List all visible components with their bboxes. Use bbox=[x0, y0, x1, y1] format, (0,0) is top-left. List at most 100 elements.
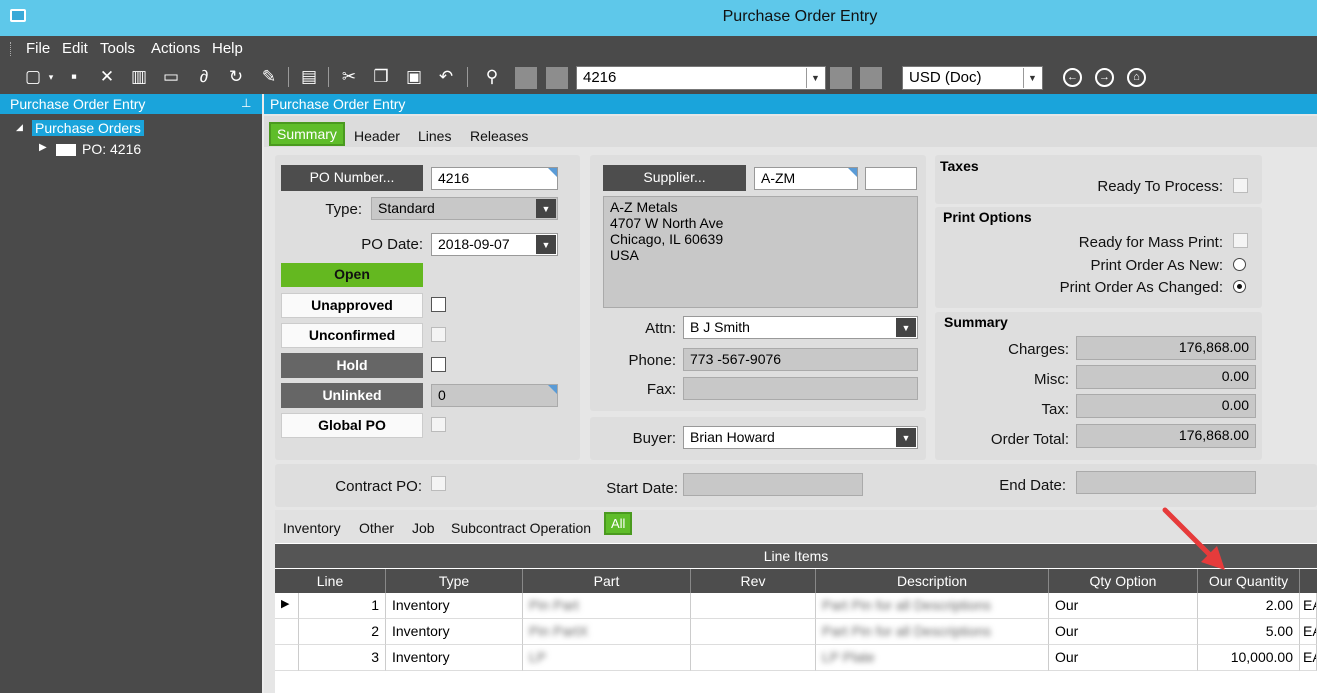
back-icon[interactable]: ← bbox=[1063, 68, 1082, 87]
calendar-dropdown-icon[interactable]: ▼ bbox=[536, 235, 556, 254]
col-uom[interactable] bbox=[1300, 569, 1317, 593]
cell-line[interactable]: 2 bbox=[299, 619, 386, 645]
cell-qty-option[interactable]: Our bbox=[1049, 593, 1198, 619]
type-select[interactable]: Standard ▼ bbox=[371, 197, 558, 220]
chevron-down-icon[interactable]: ▼ bbox=[896, 318, 916, 337]
cell-type[interactable]: Inventory bbox=[386, 619, 523, 645]
refresh-icon[interactable]: ↻ bbox=[225, 66, 247, 88]
col-type[interactable]: Type bbox=[386, 569, 523, 593]
currency-selector[interactable]: USD (Doc) ▼ bbox=[902, 66, 1043, 90]
unapproved-button[interactable]: Unapproved bbox=[281, 293, 423, 318]
tab-summary[interactable]: Summary bbox=[269, 122, 345, 146]
search-icon[interactable]: ⚲ bbox=[481, 66, 503, 88]
cell-uom[interactable]: EA bbox=[1300, 593, 1317, 619]
cell-qty-option[interactable]: Our bbox=[1049, 619, 1198, 645]
cell-qty-option[interactable]: Our bbox=[1049, 645, 1198, 671]
menu-actions[interactable]: Actions bbox=[151, 40, 200, 57]
cell-description[interactable]: Part Pin for all Descriptions bbox=[816, 619, 1049, 645]
chevron-down-icon[interactable]: ▼ bbox=[536, 199, 556, 218]
cell-our-quantity[interactable]: 5.00 bbox=[1198, 619, 1300, 645]
copy-icon[interactable]: ❐ bbox=[370, 66, 392, 88]
tab-header[interactable]: Header bbox=[354, 128, 400, 144]
cell-rev[interactable] bbox=[691, 619, 816, 645]
col-description[interactable]: Description bbox=[816, 569, 1049, 593]
supplier-button[interactable]: Supplier... bbox=[603, 165, 746, 191]
cell-uom[interactable]: EA bbox=[1300, 619, 1317, 645]
home-icon[interactable]: ⌂ bbox=[1127, 68, 1146, 87]
undo-icon[interactable]: ↶ bbox=[435, 66, 457, 88]
save-icon[interactable]: ▪ bbox=[63, 66, 85, 88]
tree-item-purchase-orders[interactable]: Purchase Orders bbox=[32, 120, 144, 136]
attn-select[interactable]: B J Smith ▼ bbox=[683, 316, 918, 339]
row-selector-icon[interactable]: ▶ bbox=[275, 593, 299, 619]
folder-icon bbox=[56, 144, 76, 156]
menu-tools[interactable]: Tools bbox=[100, 40, 135, 57]
first-record-button[interactable] bbox=[515, 67, 537, 89]
col-line[interactable]: Line bbox=[275, 569, 386, 593]
tab-inventory[interactable]: Inventory bbox=[283, 520, 341, 536]
po-number-button[interactable]: PO Number... bbox=[281, 165, 423, 191]
cell-line[interactable]: 3 bbox=[299, 645, 386, 671]
hold-checkbox[interactable] bbox=[431, 357, 446, 372]
cell-line[interactable]: 1 bbox=[299, 593, 386, 619]
pin-icon[interactable]: ⊥ bbox=[241, 96, 251, 110]
cut-icon[interactable]: ✂ bbox=[338, 66, 360, 88]
menu-file[interactable]: File bbox=[26, 40, 50, 57]
paste-icon[interactable]: ▣ bbox=[403, 66, 425, 88]
cell-type[interactable]: Inventory bbox=[386, 645, 523, 671]
cell-part[interactable]: Pin Part bbox=[523, 593, 691, 619]
col-part[interactable]: Part bbox=[523, 569, 691, 593]
cell-our-quantity[interactable]: 10,000.00 bbox=[1198, 645, 1300, 671]
collapse-icon[interactable]: ◢ bbox=[16, 122, 23, 133]
cell-rev[interactable] bbox=[691, 593, 816, 619]
memo-icon[interactable]: ▭ bbox=[160, 66, 182, 88]
unlinked-button[interactable]: Unlinked bbox=[281, 383, 423, 408]
tab-releases[interactable]: Releases bbox=[470, 128, 528, 144]
tab-job[interactable]: Job bbox=[412, 520, 435, 536]
unconfirmed-button[interactable]: Unconfirmed bbox=[281, 323, 423, 348]
last-record-button[interactable] bbox=[860, 67, 882, 89]
cell-uom[interactable]: EA bbox=[1300, 645, 1317, 671]
po-date-input[interactable]: 2018-09-07 ▼ bbox=[431, 233, 558, 256]
supplier-id-input[interactable]: A-ZM bbox=[754, 167, 858, 190]
chevron-down-icon[interactable]: ▼ bbox=[896, 428, 916, 447]
record-selector[interactable]: 4216 ▼ bbox=[576, 66, 826, 90]
book-icon[interactable]: ▥ bbox=[128, 66, 150, 88]
cell-rev[interactable] bbox=[691, 645, 816, 671]
next-record-button[interactable] bbox=[830, 67, 852, 89]
attach-icon[interactable]: ∂ bbox=[193, 66, 215, 88]
global-po-button[interactable]: Global PO bbox=[281, 413, 423, 438]
tab-lines[interactable]: Lines bbox=[418, 128, 451, 144]
cell-type[interactable]: Inventory bbox=[386, 593, 523, 619]
cell-description[interactable]: LP Plate bbox=[816, 645, 1049, 671]
cell-description[interactable]: Part Pin for all Descriptions bbox=[816, 593, 1049, 619]
print-icon[interactable]: ▤ bbox=[298, 66, 320, 88]
row-selector[interactable] bbox=[275, 645, 299, 671]
cell-part[interactable]: Pin PartX bbox=[523, 619, 691, 645]
cell-part[interactable]: LP bbox=[523, 645, 691, 671]
buyer-select[interactable]: Brian Howard ▼ bbox=[683, 426, 918, 449]
approved-checkbox[interactable] bbox=[431, 297, 446, 312]
chevron-down-icon[interactable]: ▼ bbox=[1023, 68, 1041, 88]
forward-icon[interactable]: → bbox=[1095, 68, 1114, 87]
chevron-down-icon[interactable]: ▼ bbox=[806, 68, 824, 88]
menu-edit[interactable]: Edit bbox=[62, 40, 88, 57]
hold-button[interactable]: Hold bbox=[281, 353, 423, 378]
tab-subcontract-operation[interactable]: Subcontract Operation bbox=[451, 520, 591, 536]
print-as-changed-radio[interactable] bbox=[1233, 280, 1246, 293]
clear-icon[interactable]: ✎ bbox=[258, 66, 280, 88]
po-number-input[interactable]: 4216 bbox=[431, 167, 558, 190]
menu-help[interactable]: Help bbox=[212, 40, 243, 57]
tree-item-po[interactable]: PO: 4216 bbox=[82, 141, 141, 157]
col-rev[interactable]: Rev bbox=[691, 569, 816, 593]
tab-other[interactable]: Other bbox=[359, 520, 394, 536]
supplier-extra-input[interactable] bbox=[865, 167, 917, 190]
new-dropdown-icon[interactable]: ▾ bbox=[40, 66, 62, 88]
row-selector[interactable] bbox=[275, 619, 299, 645]
print-as-new-radio[interactable] bbox=[1233, 258, 1246, 271]
delete-icon[interactable]: ✕ bbox=[96, 66, 118, 88]
prev-record-button[interactable] bbox=[546, 67, 568, 89]
expand-icon[interactable]: ▶ bbox=[39, 142, 47, 153]
cell-our-quantity[interactable]: 2.00 bbox=[1198, 593, 1300, 619]
tab-all[interactable]: All bbox=[604, 512, 633, 535]
